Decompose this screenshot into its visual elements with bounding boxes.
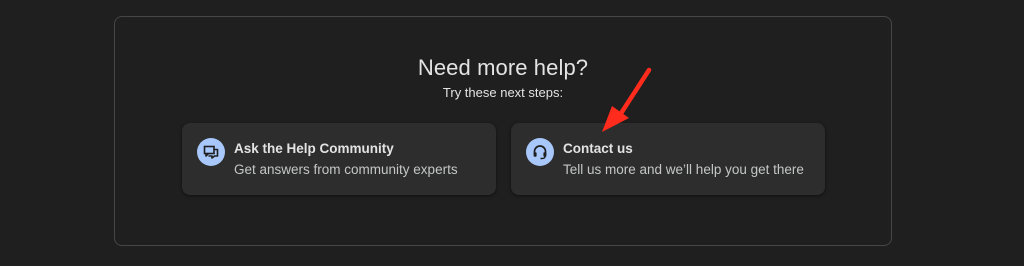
annotation-arrow-icon — [602, 67, 652, 132]
need-more-help-panel: Need more help? Try these next steps: As… — [114, 16, 892, 246]
ask-help-community-card[interactable]: Ask the Help Community Get answers from … — [182, 123, 496, 195]
card-description: Get answers from community experts — [234, 162, 458, 177]
headset-icon — [526, 138, 554, 166]
card-title: Contact us — [563, 141, 633, 156]
card-title: Ask the Help Community — [234, 141, 394, 156]
contact-us-card[interactable]: Contact us Tell us more and we’ll help y… — [511, 123, 825, 195]
panel-subtitle: Try these next steps: — [442, 85, 564, 100]
card-description: Tell us more and we’ll help you get ther… — [563, 162, 804, 177]
forum-icon — [197, 138, 225, 166]
panel-title: Need more help? — [417, 55, 589, 80]
